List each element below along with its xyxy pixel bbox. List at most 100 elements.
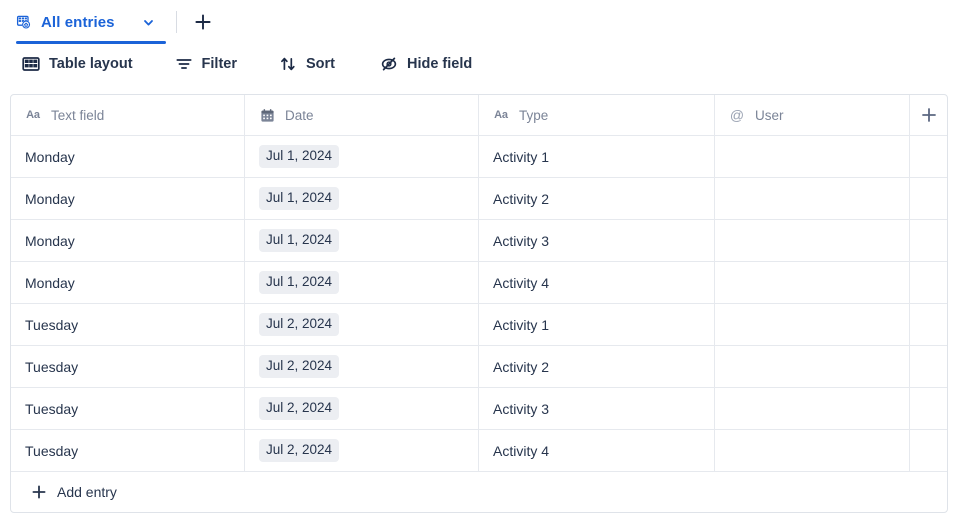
column-header-label: Type bbox=[519, 107, 549, 123]
cell-type[interactable]: Activity 4 bbox=[479, 430, 715, 471]
cell-type[interactable]: Activity 2 bbox=[479, 346, 715, 387]
cell-value: Activity 2 bbox=[493, 358, 550, 375]
cell-value: Monday bbox=[25, 190, 75, 207]
cell-text-field[interactable]: Monday bbox=[11, 262, 245, 303]
at-glyph: @ bbox=[729, 107, 745, 123]
cell-spacer bbox=[910, 304, 947, 345]
cell-date[interactable]: Jul 2, 2024 bbox=[245, 430, 479, 471]
cell-type[interactable]: Activity 1 bbox=[479, 136, 715, 177]
eye-off-icon bbox=[380, 55, 398, 73]
cell-value: Tuesday bbox=[25, 316, 79, 333]
table-row[interactable]: Monday Jul 1, 2024 Activity 1 bbox=[11, 136, 947, 178]
cell-user[interactable] bbox=[715, 430, 910, 471]
cell-spacer bbox=[910, 136, 947, 177]
cell-date[interactable]: Jul 2, 2024 bbox=[245, 388, 479, 429]
cell-value: Tuesday bbox=[25, 400, 79, 417]
cell-text-field[interactable]: Monday bbox=[11, 136, 245, 177]
cell-text-field[interactable]: Tuesday bbox=[11, 304, 245, 345]
cell-user[interactable] bbox=[715, 262, 910, 303]
type-field-glyph: Aa bbox=[494, 108, 508, 121]
chevron-down-icon[interactable] bbox=[138, 11, 160, 33]
table-row[interactable]: Tuesday Jul 2, 2024 Activity 1 bbox=[11, 304, 947, 346]
filter-icon bbox=[175, 55, 193, 73]
cell-text-field[interactable]: Tuesday bbox=[11, 388, 245, 429]
cell-value: Tuesday bbox=[25, 358, 79, 375]
cell-user[interactable] bbox=[715, 388, 910, 429]
column-header-label: Date bbox=[285, 107, 314, 123]
cell-text-field[interactable]: Monday bbox=[11, 220, 245, 261]
table-layout-button[interactable]: Table layout bbox=[22, 50, 133, 78]
cell-text-field[interactable]: Tuesday bbox=[11, 346, 245, 387]
cell-date[interactable]: Jul 1, 2024 bbox=[245, 220, 479, 261]
cell-spacer bbox=[910, 430, 947, 471]
cell-value: Activity 4 bbox=[493, 274, 550, 291]
column-header-text-field[interactable]: Aa Text field bbox=[11, 95, 245, 135]
cell-user[interactable] bbox=[715, 136, 910, 177]
cell-value: Monday bbox=[25, 274, 75, 291]
cell-type[interactable]: Activity 2 bbox=[479, 178, 715, 219]
table-row[interactable]: Monday Jul 1, 2024 Activity 2 bbox=[11, 178, 947, 220]
column-header-user[interactable]: @ User bbox=[715, 95, 910, 135]
cell-value: Activity 3 bbox=[493, 232, 550, 249]
table-header-row: Aa Text field Date Aa Type @ User bbox=[11, 95, 947, 136]
toolbar: Table layout Filter Sort Hide field bbox=[0, 44, 954, 84]
plus-icon bbox=[31, 484, 47, 500]
cell-user[interactable] bbox=[715, 346, 910, 387]
cell-user[interactable] bbox=[715, 178, 910, 219]
column-header-date[interactable]: Date bbox=[245, 95, 479, 135]
table-row[interactable]: Tuesday Jul 2, 2024 Activity 2 bbox=[11, 346, 947, 388]
cell-type[interactable]: Activity 4 bbox=[479, 262, 715, 303]
table-row[interactable]: Monday Jul 1, 2024 Activity 4 bbox=[11, 262, 947, 304]
column-header-label: User bbox=[755, 107, 784, 123]
sort-button[interactable]: Sort bbox=[279, 50, 335, 78]
hide-field-button[interactable]: Hide field bbox=[380, 50, 472, 78]
tab-divider bbox=[175, 11, 177, 33]
cell-spacer bbox=[910, 388, 947, 429]
text-field-icon: Aa bbox=[493, 107, 509, 123]
sort-label: Sort bbox=[305, 56, 335, 72]
text-field-icon: Aa bbox=[25, 107, 41, 123]
add-column-button[interactable] bbox=[910, 95, 947, 135]
cell-date[interactable]: Jul 1, 2024 bbox=[245, 262, 479, 303]
date-pill: Jul 2, 2024 bbox=[259, 397, 340, 420]
table-layout-label: Table layout bbox=[49, 56, 133, 72]
table-row[interactable]: Monday Jul 1, 2024 Activity 3 bbox=[11, 220, 947, 262]
date-pill: Jul 1, 2024 bbox=[259, 271, 340, 294]
cell-date[interactable]: Jul 2, 2024 bbox=[245, 346, 479, 387]
cell-value: Activity 2 bbox=[493, 190, 550, 207]
cell-text-field[interactable]: Tuesday bbox=[11, 430, 245, 471]
date-pill: Jul 1, 2024 bbox=[259, 145, 340, 168]
cell-spacer bbox=[910, 178, 947, 219]
date-pill: Jul 2, 2024 bbox=[259, 313, 340, 336]
cell-value: Activity 4 bbox=[493, 442, 550, 459]
tab-strip: All entries bbox=[0, 0, 954, 44]
cell-user[interactable] bbox=[715, 304, 910, 345]
cell-date[interactable]: Jul 1, 2024 bbox=[245, 178, 479, 219]
date-pill: Jul 1, 2024 bbox=[259, 187, 340, 210]
cell-date[interactable]: Jul 2, 2024 bbox=[245, 304, 479, 345]
column-header-label: Text field bbox=[51, 107, 105, 123]
table-home-icon bbox=[16, 14, 32, 30]
cell-user[interactable] bbox=[715, 220, 910, 261]
hide-field-label: Hide field bbox=[406, 56, 473, 72]
filter-label: Filter bbox=[201, 56, 237, 72]
tab-all-entries[interactable]: All entries bbox=[16, 0, 166, 44]
cell-spacer bbox=[910, 262, 947, 303]
add-entry-button[interactable]: Add entry bbox=[11, 472, 947, 512]
cell-date[interactable]: Jul 1, 2024 bbox=[245, 136, 479, 177]
column-header-type[interactable]: Aa Type bbox=[479, 95, 715, 135]
table-row[interactable]: Tuesday Jul 2, 2024 Activity 3 bbox=[11, 388, 947, 430]
sort-arrows-icon bbox=[279, 55, 297, 73]
cell-type[interactable]: Activity 3 bbox=[479, 388, 715, 429]
grid-icon bbox=[22, 55, 40, 73]
cell-value: Activity 3 bbox=[493, 400, 550, 417]
filter-button[interactable]: Filter bbox=[175, 50, 237, 78]
cell-spacer bbox=[910, 220, 947, 261]
table-row[interactable]: Tuesday Jul 2, 2024 Activity 4 bbox=[11, 430, 947, 472]
cell-type[interactable]: Activity 1 bbox=[479, 304, 715, 345]
add-tab-button[interactable] bbox=[191, 10, 215, 34]
cell-text-field[interactable]: Monday bbox=[11, 178, 245, 219]
cell-value: Activity 1 bbox=[493, 316, 550, 333]
cell-type[interactable]: Activity 3 bbox=[479, 220, 715, 261]
tab-label: All entries bbox=[41, 13, 115, 31]
